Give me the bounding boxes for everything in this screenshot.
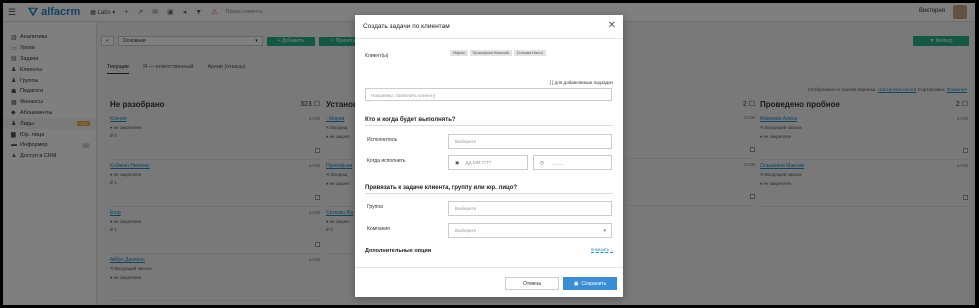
divider <box>365 193 613 194</box>
create-task-dialog: Создать задачи по клиентам ✕ Клиент(ы) М… <box>355 15 623 297</box>
clients-label: Клиент(ы) <box>365 53 389 59</box>
section-link: Привязать к задаче клиента, группу или ю… <box>365 185 518 191</box>
clock-icon: ◷ <box>540 159 545 165</box>
dialog-title: Создать задачи по клиентам <box>363 23 450 30</box>
client-chips: Мария Прокофьев Николай Соткова Настя <box>450 50 548 56</box>
time-placeholder: __:__ <box>552 160 564 165</box>
date-input[interactable]: ▣ ДД.ММ.ГГГГ <box>448 155 528 170</box>
cancel-button[interactable]: Отмена <box>505 277 559 290</box>
group-select[interactable]: Выберите <box>448 201 612 216</box>
task-text-input[interactable]: Например, позвонить клиенту <box>365 88 612 101</box>
executor-label: Исполнитель <box>367 137 398 143</box>
executor-select[interactable]: Выберите <box>448 134 612 149</box>
company-select[interactable]: Выберите ▾ <box>448 223 612 238</box>
divider <box>355 38 623 39</box>
save-icon: ▣ <box>573 280 579 287</box>
client-chip[interactable]: Мария <box>450 50 468 56</box>
company-placeholder: Выберите <box>455 228 477 233</box>
group-label: Группа <box>367 204 383 210</box>
save-button-label: Сохранить <box>581 280 607 287</box>
time-input[interactable]: ◷ __:__ <box>533 155 612 170</box>
section-who-when: Кто и когда будет выполнять? <box>365 117 456 123</box>
chevron-down-icon: ▾ <box>603 227 606 234</box>
client-chip[interactable]: Соткова Настя <box>513 50 546 56</box>
when-label: Когда исполнить <box>367 158 406 164</box>
save-button[interactable]: ▣ Сохранить <box>563 277 617 290</box>
date-placeholder: ДД.ММ.ГГГГ <box>465 160 492 165</box>
divider <box>355 267 623 268</box>
scroll-fade <box>355 253 623 267</box>
calendar-icon: ▣ <box>455 159 460 165</box>
close-icon[interactable]: ✕ <box>608 20 616 31</box>
divider <box>365 125 613 126</box>
subtask-checkbox[interactable]: [ ] для добавляемые подзадач <box>550 80 613 85</box>
company-label: Компания <box>367 226 390 232</box>
client-chip[interactable]: Прокофьев Николай <box>469 50 512 56</box>
